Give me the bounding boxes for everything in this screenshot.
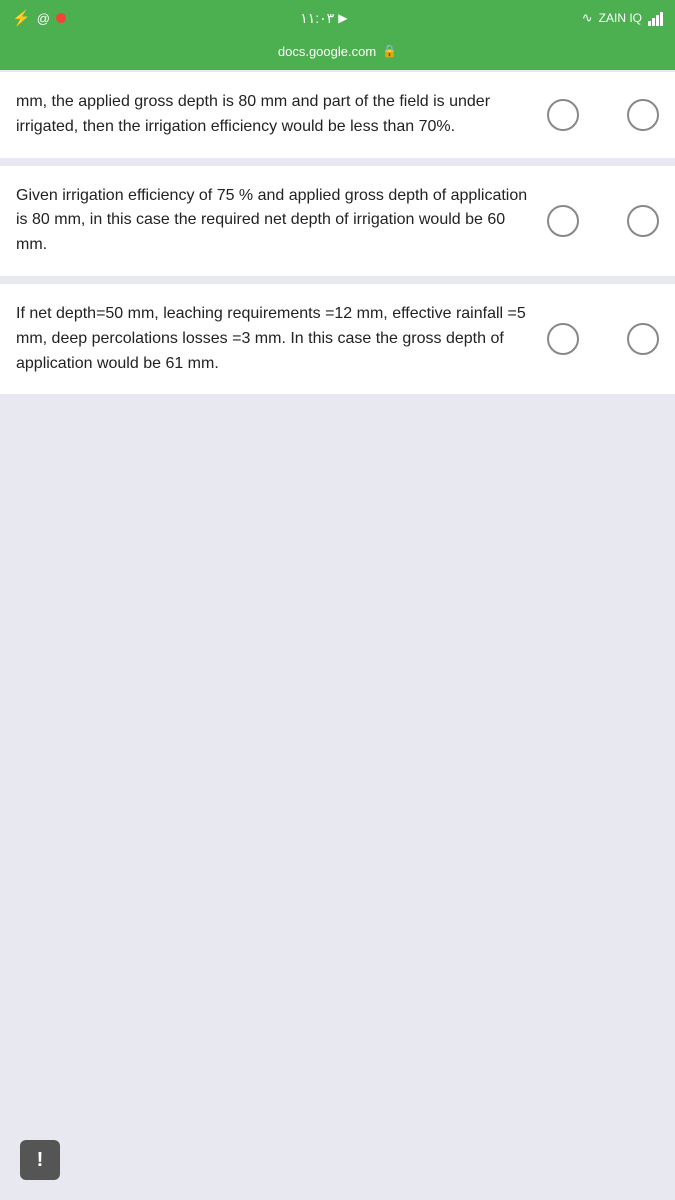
radio-options-3	[547, 323, 659, 355]
status-bar: ⚡ @ ١١:٠٣ ▶ ∿ ZAIN IQ	[0, 0, 675, 36]
battery-icon: ⚡	[12, 9, 31, 27]
radio-options-2	[547, 205, 659, 237]
question-row-3: If net depth=50 mm, leaching requirement…	[0, 284, 675, 394]
wifi-signal-icon: ∿	[582, 10, 593, 26]
radio-false-1[interactable]	[627, 99, 659, 131]
question-text-3: If net depth=50 mm, leaching requirement…	[16, 302, 531, 376]
radio-options-1	[547, 99, 659, 131]
time-display: ١١:٠٣	[300, 10, 334, 27]
alert-icon: !	[37, 1149, 44, 1172]
radio-false-2[interactable]	[627, 205, 659, 237]
radio-false-3[interactable]	[627, 323, 659, 355]
alert-button[interactable]: !	[20, 1140, 60, 1180]
wifi-icon: @	[37, 11, 50, 26]
carrier-name: ZAIN IQ	[599, 11, 642, 25]
status-bar-right: ∿ ZAIN IQ	[582, 10, 663, 26]
dot-indicator	[56, 13, 66, 23]
question-row-2: Given irrigation efficiency of 75 % and …	[0, 166, 675, 276]
separator-1	[0, 160, 675, 164]
status-bar-center: ١١:٠٣ ▶	[300, 10, 347, 27]
separator-2	[0, 278, 675, 282]
radio-true-1[interactable]	[547, 99, 579, 131]
address-bar[interactable]: docs.google.com 🔒	[0, 36, 675, 70]
radio-true-3[interactable]	[547, 323, 579, 355]
question-text-1: mm, the applied gross depth is 80 mm and…	[16, 90, 531, 140]
url-text: docs.google.com	[278, 44, 376, 59]
question-row-1: mm, the applied gross depth is 80 mm and…	[0, 72, 675, 158]
question-text-2: Given irrigation efficiency of 75 % and …	[16, 184, 531, 258]
main-content: mm, the applied gross depth is 80 mm and…	[0, 72, 675, 456]
lock-icon: 🔒	[382, 44, 397, 58]
signal-bars	[648, 10, 663, 26]
status-bar-left: ⚡ @	[12, 9, 66, 27]
record-icon: ▶	[338, 11, 347, 25]
radio-true-2[interactable]	[547, 205, 579, 237]
